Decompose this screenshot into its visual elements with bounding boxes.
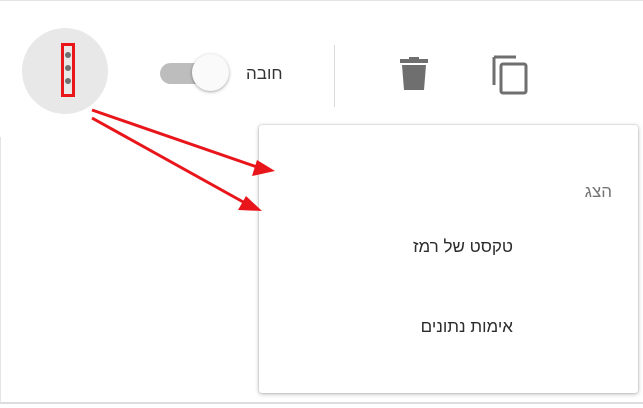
kebab-dot [65, 65, 71, 71]
copy-icon[interactable] [490, 53, 530, 95]
question-toolbar: חובה [0, 0, 643, 137]
card-bottom-border [0, 402, 643, 404]
menu-item-hint-text[interactable]: טקסט של רמז [259, 221, 638, 273]
trash-icon[interactable] [400, 57, 428, 91]
more-options-button[interactable] [22, 28, 108, 114]
toolbar-divider [334, 45, 335, 107]
menu-item-label: טקסט של רמז [413, 237, 513, 256]
card-edge [0, 137, 1, 404]
menu-header: הצג [584, 182, 612, 201]
toggle-thumb [192, 54, 229, 91]
annotation-highlight-box [61, 43, 75, 97]
required-toggle[interactable] [155, 54, 235, 94]
kebab-dot [65, 78, 71, 84]
required-label: חובה [246, 64, 283, 83]
menu-item-data-validation[interactable]: אימות נתונים [259, 301, 638, 353]
kebab-dot [65, 52, 71, 58]
menu-item-label: אימות נתונים [420, 317, 513, 336]
form-question-editor: חובה הצג טקסט של רמז אימות נתונים [0, 0, 643, 408]
more-options-menu: הצג טקסט של רמז אימות נתונים [259, 125, 638, 393]
